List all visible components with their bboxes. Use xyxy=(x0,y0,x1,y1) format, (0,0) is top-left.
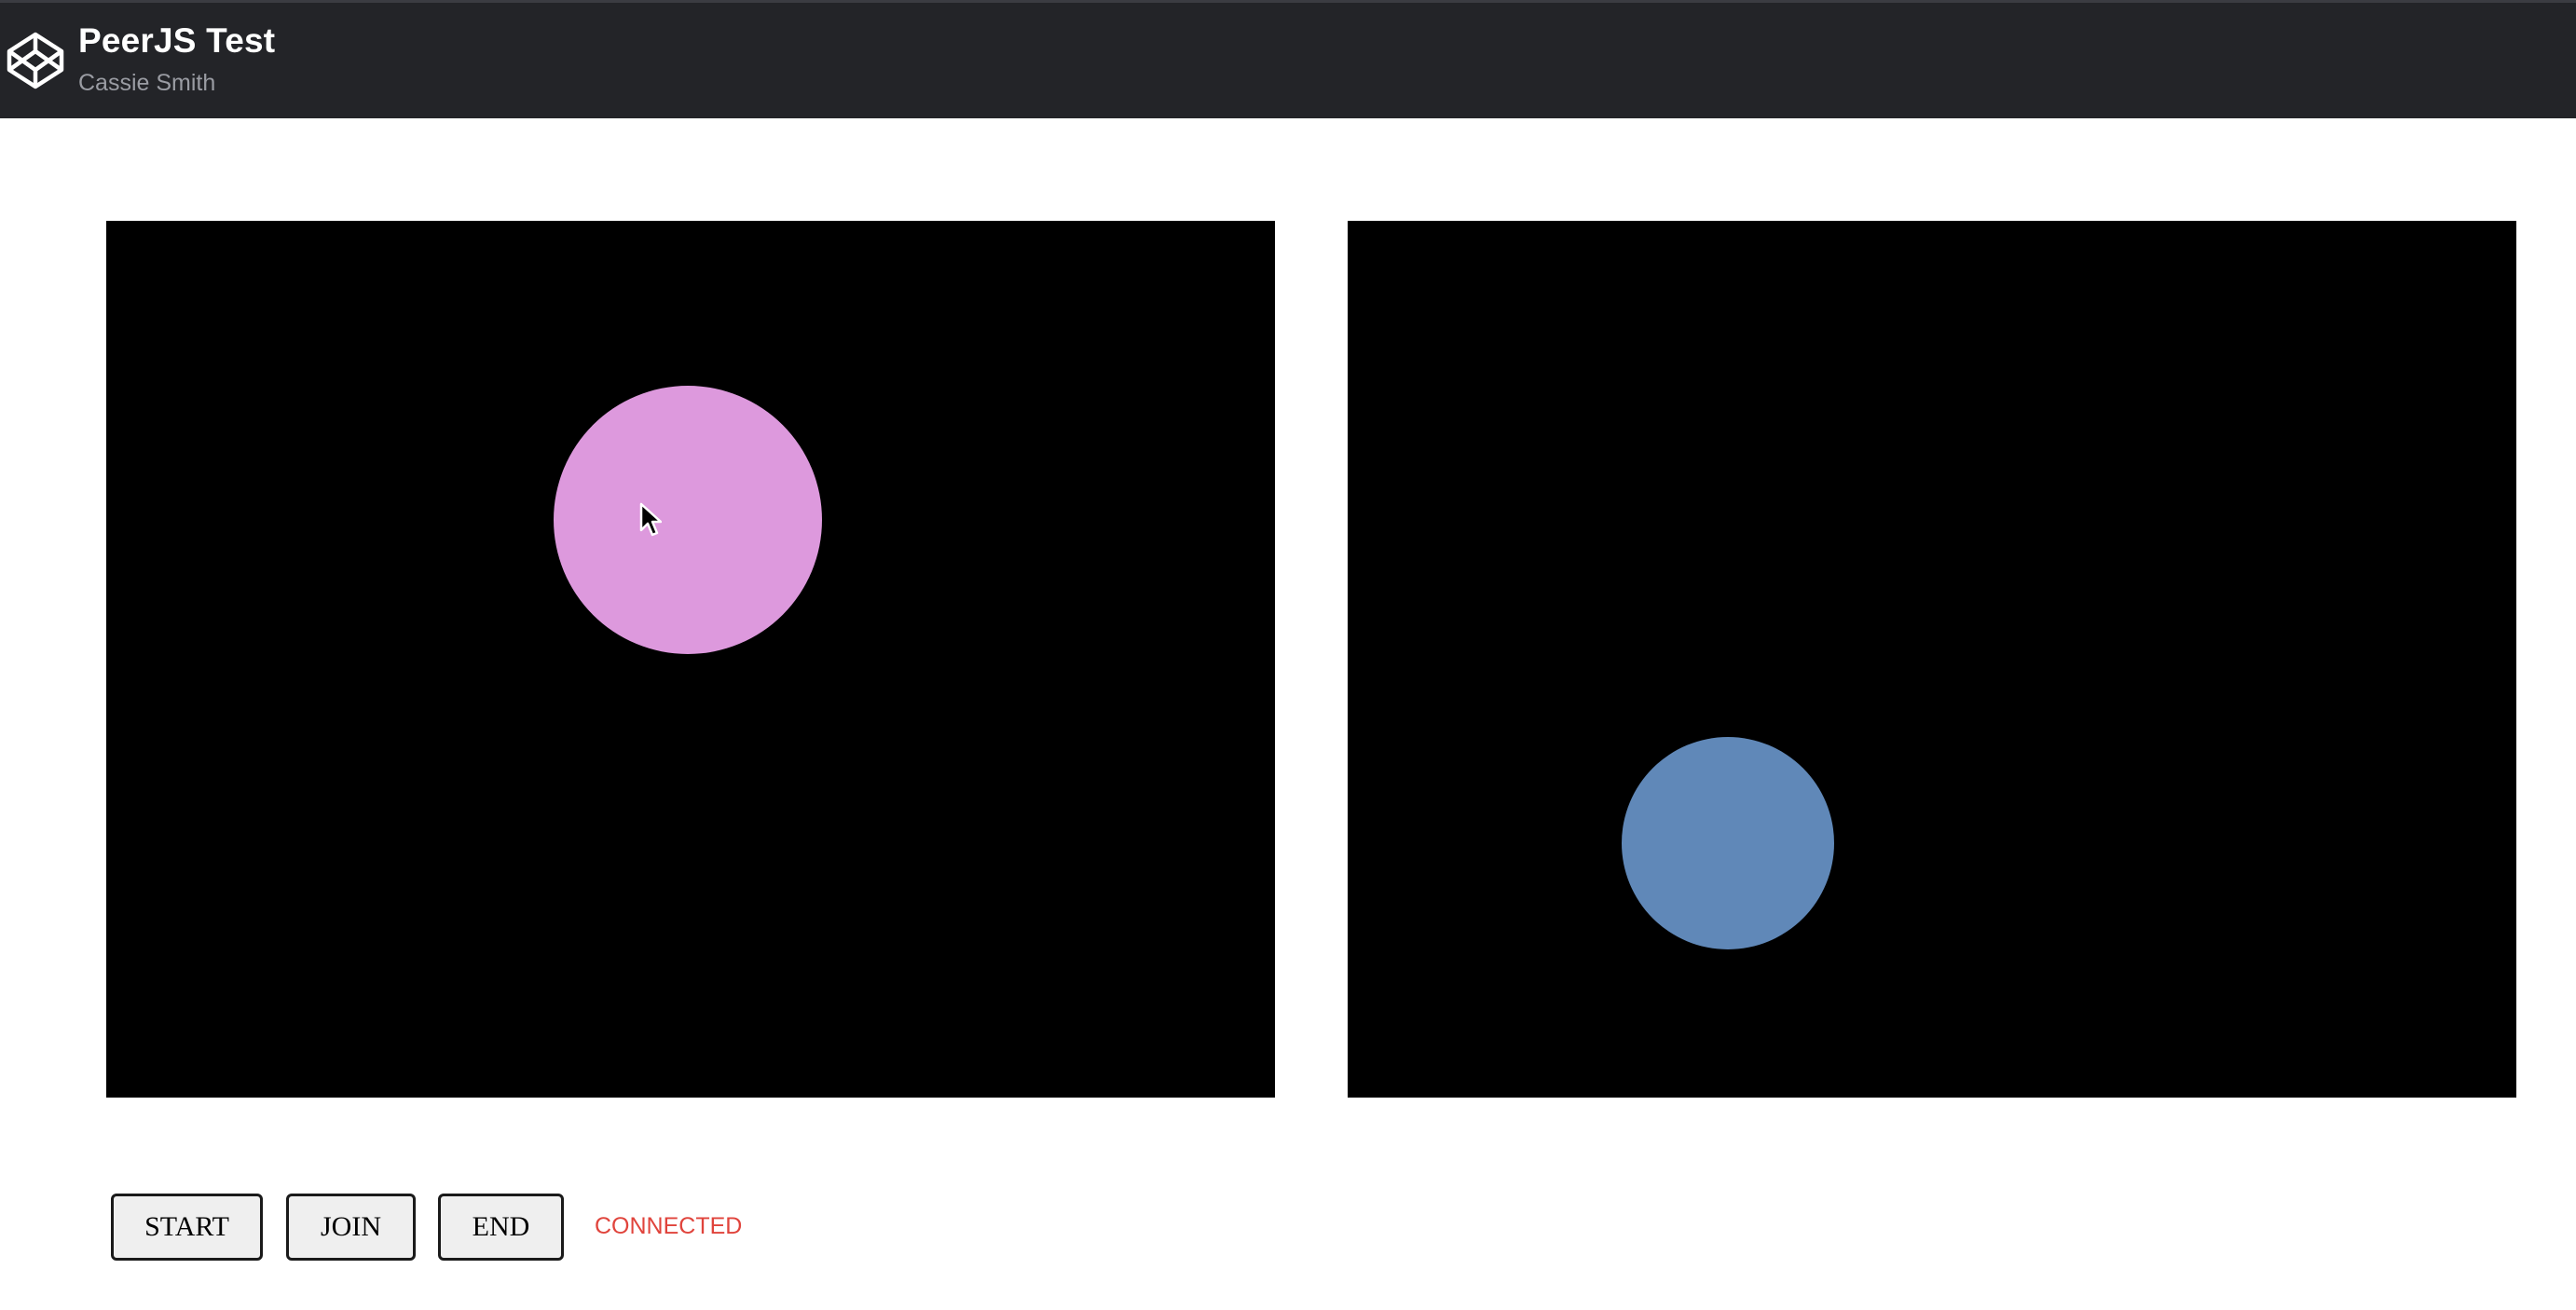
join-button[interactable]: JOIN xyxy=(286,1194,416,1261)
local-circle xyxy=(554,386,822,654)
connection-status: CONNECTED xyxy=(595,1213,743,1239)
mouse-cursor-icon xyxy=(639,502,663,538)
app-title: PeerJS Test xyxy=(78,21,276,60)
top-bar: PeerJS Test Cassie Smith xyxy=(0,0,2576,118)
local-canvas[interactable] xyxy=(106,221,1275,1098)
end-button[interactable]: END xyxy=(438,1194,564,1261)
remote-canvas[interactable] xyxy=(1348,221,2516,1098)
remote-circle xyxy=(1622,737,1834,949)
start-button[interactable]: START xyxy=(111,1194,263,1261)
codepen-logo-icon[interactable] xyxy=(6,31,65,90)
app-author[interactable]: Cassie Smith xyxy=(78,70,215,97)
